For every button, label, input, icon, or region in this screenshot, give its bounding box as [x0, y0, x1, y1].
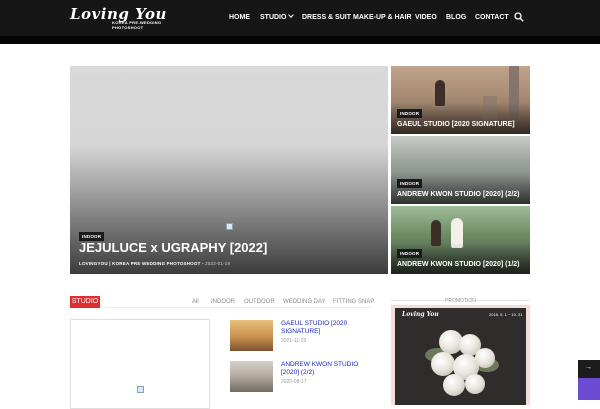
nav-makeup-hair[interactable]: MAKE-UP & HAIR: [353, 12, 412, 24]
image-placeholder-icon: [226, 223, 233, 230]
nav-video[interactable]: VIDEO: [415, 12, 437, 24]
nav-contact-label: CONTACT: [475, 14, 509, 21]
nav-makeup-hair-label: MAKE-UP & HAIR: [353, 14, 412, 21]
image-placeholder-icon: [137, 386, 144, 393]
post-date: 2020-08-17: [281, 379, 307, 385]
search-icon[interactable]: [514, 12, 524, 22]
filter-outdoor[interactable]: OUTDOOR: [244, 297, 275, 307]
bouquet-flower: [431, 352, 455, 376]
tile-title[interactable]: ANDREW KWON STUDIO [2020] (1/2): [397, 261, 520, 268]
promotion-image: Loving You 2018. 9. 1 ~ 10. 31: [395, 308, 526, 405]
site-header: Loving You KOREA PRE-WEDDING PHOTOSHOOT …: [0, 0, 600, 36]
nav-dress-suit-label: DRESS & SUIT: [302, 14, 352, 21]
nav-contact[interactable]: CONTACT: [475, 12, 509, 24]
nav-home-label: HOME: [229, 14, 250, 21]
nav-dress-suit[interactable]: DRESS & SUIT: [302, 12, 351, 24]
bouquet-flower: [443, 374, 465, 396]
promo-brand: Loving You: [402, 311, 439, 318]
arrow-right-icon[interactable]: →: [585, 364, 592, 372]
site-logo[interactable]: Loving You KOREA PRE-WEDDING PHOTOSHOOT: [70, 5, 170, 31]
logo-tagline: KOREA PRE-WEDDING PHOTOSHOOT: [112, 20, 162, 30]
section-divider: [100, 307, 372, 308]
nav-blog[interactable]: BLOG: [446, 12, 466, 24]
promotion-heading: PROMOTION: [445, 298, 476, 304]
hero-tile-andrew-kwon-1[interactable]: INDOOR ANDREW KWON STUDIO [2020] (1/2): [391, 206, 530, 274]
featured-post-image[interactable]: [70, 319, 210, 409]
promo-dates: 2018. 9. 1 ~ 10. 31: [489, 312, 523, 317]
tile-photo-groom: [431, 220, 441, 246]
nav-studio[interactable]: STUDIO: [260, 12, 295, 24]
hero-featured-post[interactable]: INDOOR JEJULUCE x UGRAPHY [2022] LOVINGY…: [70, 66, 388, 274]
header-divider: [0, 36, 600, 44]
bouquet-flower: [465, 374, 485, 394]
hero-tile-andrew-kwon-2[interactable]: INDOOR ANDREW KWON STUDIO [2020] (2/2): [391, 136, 530, 204]
hero-title[interactable]: JEJULUCE x UGRAPHY [2022]: [79, 240, 267, 255]
tile-photo-couple: [435, 80, 445, 106]
promotion-banner[interactable]: Loving You 2018. 9. 1 ~ 10. 31: [391, 305, 530, 405]
nav-home[interactable]: HOME: [229, 12, 250, 24]
filter-all[interactable]: All: [192, 297, 199, 307]
floating-side-widget[interactable]: →: [578, 360, 600, 400]
post-title[interactable]: ANDREW KWON STUDIO [2020] (2/2): [281, 361, 376, 377]
filter-wedding-day[interactable]: WEDDING DAY: [283, 297, 326, 307]
hero-tile-gaeul[interactable]: INDOOR GAEUL STUDIO [2020 SIGNATURE]: [391, 66, 530, 134]
hero-author[interactable]: LOVINGYOU | KOREA PRE WEDDING PHOTOSHOOT: [79, 261, 201, 266]
meta-separator: -: [201, 261, 204, 266]
post-date: 2021-11-23: [281, 338, 307, 344]
nav-video-label: VIDEO: [415, 14, 437, 21]
tile-title[interactable]: GAEUL STUDIO [2020 SIGNATURE]: [397, 121, 515, 128]
post-thumbnail[interactable]: [230, 361, 273, 392]
filter-indoor[interactable]: INDOOR: [211, 297, 235, 307]
hero-meta: LOVINGYOU | KOREA PRE WEDDING PHOTOSHOOT…: [79, 261, 230, 266]
side-tab[interactable]: [578, 378, 600, 400]
tile-title[interactable]: ANDREW KWON STUDIO [2020] (2/2): [397, 191, 520, 198]
chevron-down-icon: [288, 12, 295, 18]
section-label-studio[interactable]: STUDIO: [70, 296, 100, 308]
nav-blog-label: BLOG: [446, 14, 467, 21]
filter-fitting-snap[interactable]: FITTING SNAP: [333, 297, 374, 307]
post-title[interactable]: GAEUL STUDIO [2020 SIGNATURE]: [281, 320, 376, 336]
hero-date: 2022-01-19: [205, 261, 231, 266]
category-badge[interactable]: INDOOR: [397, 249, 423, 258]
bouquet-flower: [475, 348, 495, 368]
nav-studio-label: STUDIO: [260, 14, 287, 21]
category-badge[interactable]: INDOOR: [397, 179, 423, 188]
category-badge[interactable]: INDOOR: [397, 109, 423, 118]
post-thumbnail[interactable]: [230, 320, 273, 351]
